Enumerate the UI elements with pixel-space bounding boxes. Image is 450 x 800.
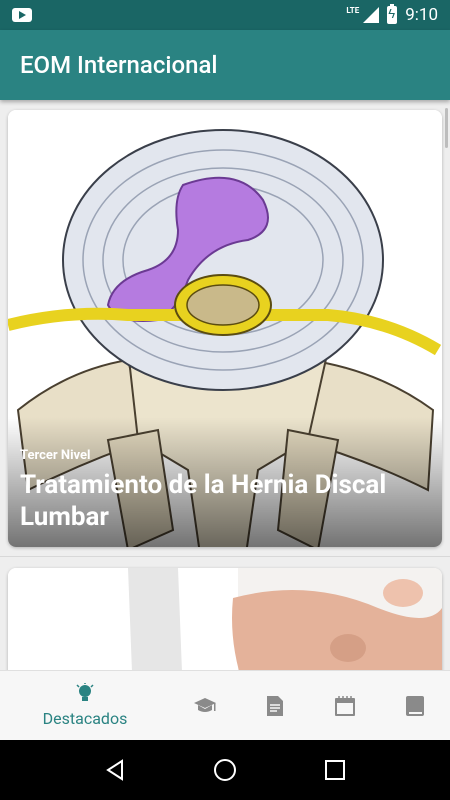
- battery-charging-icon: [387, 4, 398, 24]
- featured-card[interactable]: [8, 568, 442, 670]
- status-bar: LTE 9:10: [0, 0, 450, 30]
- system-navigation: [0, 740, 450, 800]
- featured-card[interactable]: Tercer Nivel Tratamiento de la Hernia Di…: [8, 110, 442, 547]
- nav-courses[interactable]: [170, 671, 240, 740]
- book-icon: [406, 695, 424, 716]
- back-icon: [106, 759, 123, 781]
- scrollbar[interactable]: [445, 108, 448, 148]
- recents-icon: [325, 760, 345, 780]
- card-divider: [0, 556, 450, 557]
- signal-icon: [363, 7, 380, 23]
- clock: 9:10: [405, 5, 438, 25]
- youtube-icon: [12, 8, 32, 22]
- document-icon: [267, 695, 283, 716]
- card-category: Tercer Nivel: [20, 448, 91, 463]
- nav-calendar[interactable]: [310, 671, 380, 740]
- nav-library[interactable]: [380, 671, 450, 740]
- nav-documents[interactable]: [240, 671, 310, 740]
- doctor-hand-pointing-photo: [8, 568, 442, 670]
- home-button[interactable]: [205, 750, 245, 790]
- network-type: LTE: [346, 5, 360, 15]
- lightbulb-icon: [76, 683, 94, 701]
- graduation-cap-icon: [194, 697, 216, 712]
- back-button[interactable]: [95, 750, 135, 790]
- nav-destacados[interactable]: Destacados: [0, 671, 170, 740]
- recents-button[interactable]: [315, 750, 355, 790]
- nav-label-destacados: Destacados: [42, 709, 128, 728]
- home-icon: [214, 759, 236, 781]
- featured-feed[interactable]: Tercer Nivel Tratamiento de la Hernia Di…: [0, 100, 450, 670]
- bottom-navigation: Destacados: [0, 670, 450, 740]
- card-title: Tratamiento de la Hernia Discal Lumbar: [20, 470, 387, 532]
- card-overlay: Tercer Nivel Tratamiento de la Hernia Di…: [8, 417, 442, 547]
- app-title: EOM Internacional: [20, 51, 218, 79]
- calendar-icon: [335, 695, 355, 716]
- app-bar: EOM Internacional: [0, 30, 450, 100]
